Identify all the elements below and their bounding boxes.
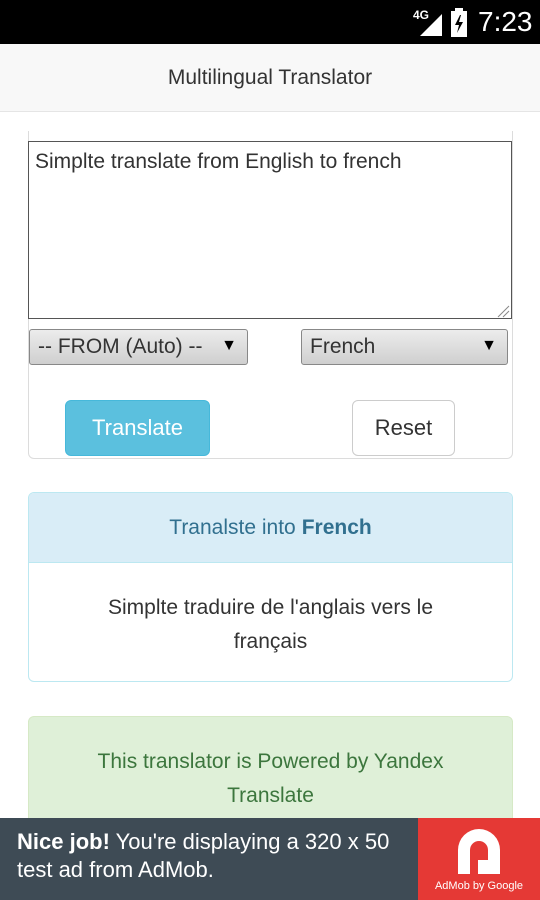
app-header: Multilingual Translator <box>0 44 540 112</box>
clock: 7:23 <box>478 6 533 37</box>
source-text-input[interactable]: Simplte translate from English to french <box>28 141 512 319</box>
dropdown-arrow-icon: ▼ <box>221 337 237 354</box>
dropdown-arrow-icon: ▼ <box>481 337 497 354</box>
admob-caption: AdMob by Google <box>434 880 524 892</box>
resize-grip-icon[interactable] <box>496 304 510 318</box>
from-language-select[interactable]: -- FROM (Auto) -- ▼ <box>29 329 248 365</box>
signal-icon <box>420 14 442 36</box>
status-bar: 4G 7:23 <box>0 0 540 44</box>
admob-logo[interactable]: AdMob by Google <box>418 818 540 900</box>
page-title: Multilingual Translator <box>167 65 373 89</box>
reset-button[interactable]: Reset <box>352 400 455 456</box>
admob-icon <box>458 829 500 874</box>
result-heading-language: French <box>301 515 372 539</box>
result-heading-prefix: Tranalste into <box>169 515 296 539</box>
ad-text: Nice job! You're displaying a 320 x 50 t… <box>17 828 412 884</box>
to-language-select[interactable]: French ▼ <box>301 329 508 365</box>
translated-text: Simplte traduire de l'anglais vers le fr… <box>108 596 433 653</box>
translate-button[interactable]: Translate <box>65 400 210 456</box>
from-language-value: -- FROM (Auto) -- <box>38 335 203 358</box>
result-panel: Tranalste into French Simplte traduire d… <box>28 492 513 682</box>
to-language-value: French <box>310 335 376 358</box>
result-heading: Tranalste into French <box>29 493 512 563</box>
ad-lead: Nice job! <box>17 829 110 854</box>
battery-icon <box>451 8 467 37</box>
